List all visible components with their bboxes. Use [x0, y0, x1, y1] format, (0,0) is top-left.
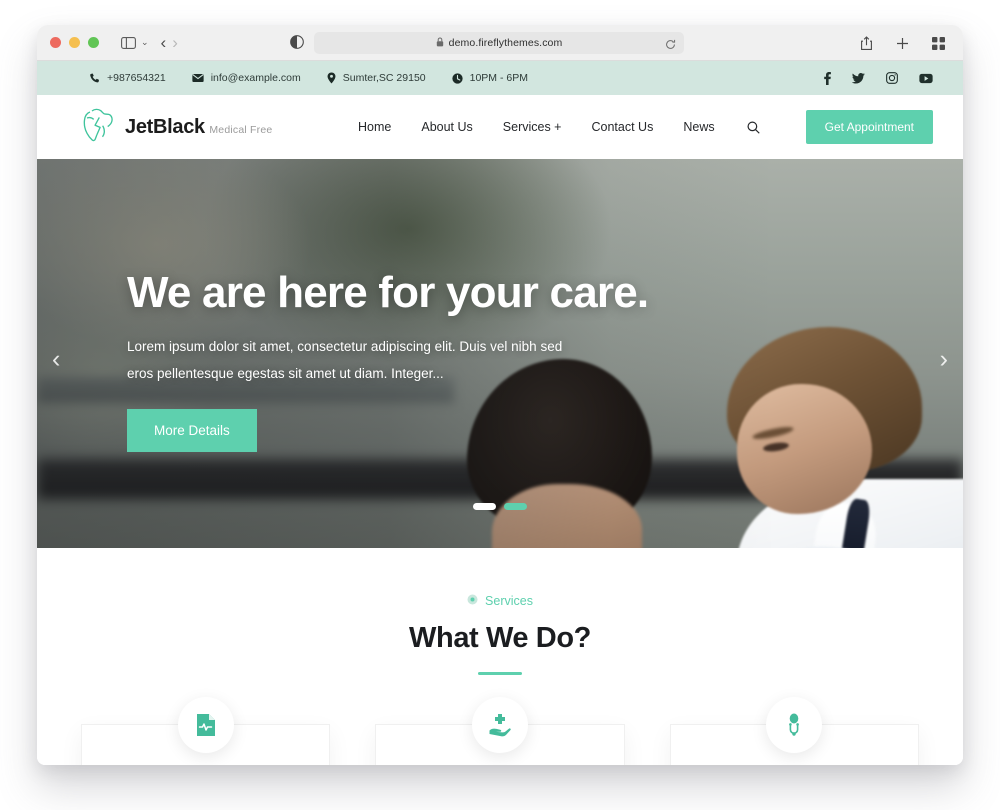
- hours-item[interactable]: 10PM - 6PM: [451, 72, 528, 84]
- chevron-down-icon[interactable]: ⌄: [141, 37, 149, 48]
- heart-logo-icon: [81, 106, 114, 148]
- main-navigation: Home About Us Services + Contact Us News…: [358, 110, 933, 144]
- section-eyebrow-text: Services: [485, 594, 533, 608]
- contact-info-group: +987654321 info@example.com Sumter,SC 29…: [89, 72, 528, 84]
- email-text: info@example.com: [210, 72, 301, 84]
- sidebar-icon[interactable]: [117, 32, 139, 54]
- nav-item-news[interactable]: News: [683, 120, 714, 134]
- nav-item-about-us[interactable]: About Us: [421, 120, 472, 134]
- location-text: Sumter,SC 29150: [342, 72, 426, 84]
- back-arrow-icon[interactable]: ‹: [161, 34, 167, 51]
- site-header: JetBlack Medical Free Home About Us Serv…: [37, 95, 963, 159]
- service-card[interactable]: [375, 697, 625, 765]
- browser-window: ⌄ ‹ › demo.fireflythemes.com +987654321 …: [37, 25, 963, 765]
- facebook-icon[interactable]: [824, 71, 831, 85]
- sidebar-controls: ⌄: [117, 32, 149, 54]
- logo-text: JetBlack Medical Free: [125, 115, 273, 138]
- section-eyebrow: Services: [37, 594, 963, 608]
- forward-arrow-icon[interactable]: ›: [172, 34, 178, 51]
- slider-dot-1[interactable]: [473, 503, 496, 510]
- service-card[interactable]: [81, 697, 331, 765]
- slider-next-arrow[interactable]: ›: [940, 347, 948, 372]
- youtube-icon[interactable]: [919, 73, 933, 84]
- browser-toolbar: ⌄ ‹ › demo.fireflythemes.com: [37, 25, 963, 61]
- hero-slider: We are here for your care. Lorem ipsum d…: [37, 159, 963, 548]
- slider-pagination: [37, 503, 963, 510]
- share-icon[interactable]: [855, 32, 877, 54]
- plus-icon[interactable]: [891, 32, 913, 54]
- site-logo[interactable]: JetBlack Medical Free: [81, 106, 272, 148]
- get-appointment-button[interactable]: Get Appointment: [805, 110, 933, 144]
- hero-title: We are here for your care.: [127, 268, 649, 317]
- brand-tagline: Medical Free: [209, 123, 273, 136]
- twitter-icon[interactable]: [852, 72, 865, 84]
- nav-item-home[interactable]: Home: [358, 120, 391, 134]
- url-text: demo.fireflythemes.com: [448, 37, 563, 49]
- hero-subtitle: Lorem ipsum dolor sit amet, consectetur …: [127, 338, 563, 381]
- tab-overview-icon[interactable]: [927, 32, 949, 54]
- envelope-icon: [192, 73, 204, 83]
- minimize-window-button[interactable]: [69, 37, 80, 48]
- doctor-icon: [766, 697, 823, 753]
- email-item[interactable]: info@example.com: [192, 72, 301, 84]
- dot-target-icon: [467, 594, 478, 608]
- lock-icon: [436, 34, 444, 52]
- site-topbar: +987654321 info@example.com Sumter,SC 29…: [37, 61, 963, 95]
- medical-report-icon: [177, 697, 234, 753]
- hours-text: 10PM - 6PM: [469, 72, 528, 84]
- maximize-window-button[interactable]: [88, 37, 99, 48]
- services-section: Services What We Do?: [37, 548, 963, 765]
- window-controls: [50, 37, 99, 48]
- slider-dot-2[interactable]: [504, 503, 527, 510]
- navigation-controls: ‹ ›: [161, 34, 178, 51]
- close-window-button[interactable]: [50, 37, 61, 48]
- location-item[interactable]: Sumter,SC 29150: [327, 72, 426, 84]
- reload-icon[interactable]: [665, 37, 676, 55]
- reader-mode-icon[interactable]: [290, 35, 304, 54]
- hero-content: We are here for your care. Lorem ipsum d…: [127, 269, 727, 452]
- section-title: What We Do?: [409, 622, 591, 654]
- address-bar[interactable]: demo.fireflythemes.com: [314, 32, 684, 54]
- location-pin-icon: [327, 72, 336, 84]
- instagram-icon[interactable]: [886, 72, 898, 84]
- clock-icon: [451, 72, 463, 84]
- section-underline: [478, 672, 522, 675]
- browser-actions: [855, 32, 949, 54]
- nav-item-services[interactable]: Services +: [503, 120, 562, 134]
- brand-name: JetBlack: [125, 115, 205, 138]
- service-cards: [81, 696, 919, 765]
- more-details-button[interactable]: More Details: [127, 408, 257, 452]
- search-icon[interactable]: [747, 121, 760, 134]
- service-card[interactable]: [669, 697, 919, 765]
- social-links: [824, 71, 933, 85]
- phone-item[interactable]: +987654321: [89, 72, 166, 84]
- slider-prev-arrow[interactable]: ‹: [52, 347, 60, 372]
- hand-care-icon: [471, 697, 528, 753]
- phone-text: +987654321: [107, 72, 166, 84]
- phone-icon: [90, 73, 99, 82]
- nav-item-contact-us[interactable]: Contact Us: [592, 120, 654, 134]
